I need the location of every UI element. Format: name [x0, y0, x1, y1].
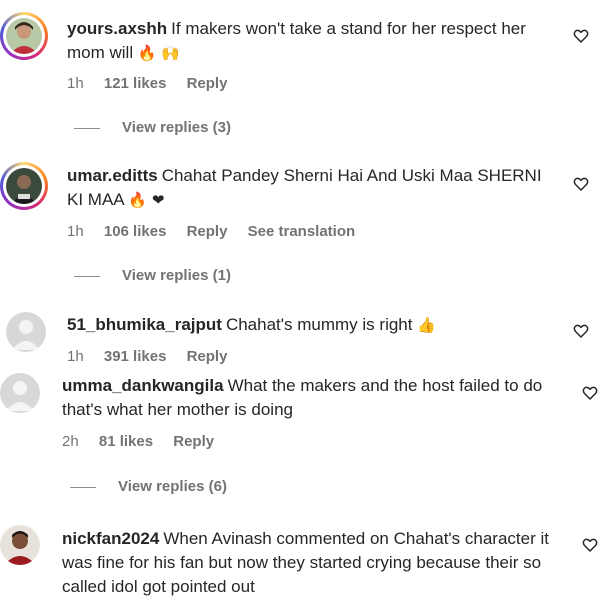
comment-body: Chahat's mummy is right	[225, 315, 413, 334]
comment-item: yours.axshh If makers won't take a stand …	[0, 0, 600, 150]
comment-meta: 1h 121 likes Reply	[67, 75, 243, 92]
replies-divider	[74, 275, 100, 277]
view-replies-button[interactable]: View replies (6)	[70, 478, 227, 495]
avatar-story-ring[interactable]	[0, 12, 48, 60]
replies-divider	[74, 127, 100, 129]
reply-button[interactable]: Reply	[187, 223, 228, 240]
comment-meta: 1h 106 likes Reply See translation	[67, 223, 371, 240]
comment-likes[interactable]: 106 likes	[104, 223, 167, 240]
comment-text: umar.editts Chahat Pandey Sherni Hai And …	[67, 164, 547, 212]
comment-username[interactable]: nickfan2024	[62, 529, 159, 548]
comment-meta: 2h 81 likes Reply	[62, 433, 230, 450]
reply-button[interactable]: Reply	[173, 433, 214, 450]
view-replies-button[interactable]: View replies (3)	[74, 119, 231, 136]
comment-time: 1h	[67, 75, 84, 92]
see-translation-button[interactable]: See translation	[248, 223, 356, 240]
avatar[interactable]	[0, 373, 40, 413]
comment-time: 1h	[67, 348, 84, 365]
comment-emoji: 🔥 ❤	[128, 191, 165, 209]
comment-username[interactable]: umma_dankwangila	[62, 376, 224, 395]
heart-outline-icon[interactable]	[573, 28, 589, 44]
comment-likes[interactable]: 81 likes	[99, 433, 153, 450]
avatar	[6, 18, 42, 54]
comment-item: umma_dankwangila What the makers and the …	[0, 365, 600, 505]
comment-time: 2h	[62, 433, 79, 450]
heart-outline-icon[interactable]	[582, 537, 598, 553]
avatar	[6, 168, 42, 204]
comment-username[interactable]: 51_bhumika_rajput	[67, 315, 222, 334]
heart-outline-icon[interactable]	[573, 323, 589, 339]
comment-username[interactable]: yours.axshh	[67, 19, 167, 38]
comment-text: 51_bhumika_rajput Chahat's mummy is right…	[67, 313, 547, 337]
comment-item: umar.editts Chahat Pandey Sherni Hai And …	[0, 150, 600, 300]
comment-time: 1h	[67, 223, 84, 240]
comment-likes[interactable]: 391 likes	[104, 348, 167, 365]
view-replies-button[interactable]: View replies (1)	[74, 267, 231, 284]
reply-button[interactable]: Reply	[187, 348, 228, 365]
comment-text: yours.axshh If makers won't take a stand …	[67, 17, 547, 65]
comment-item: 51_bhumika_rajput Chahat's mummy is right…	[0, 300, 600, 370]
heart-outline-icon[interactable]	[573, 176, 589, 192]
comment-username[interactable]: umar.editts	[67, 166, 158, 185]
comment-text: nickfan2024 When Avinash commented on Cha…	[62, 527, 567, 599]
comment-item: nickfan2024 When Avinash commented on Cha…	[0, 515, 600, 600]
comment-likes[interactable]: 121 likes	[104, 75, 167, 92]
avatar[interactable]	[6, 312, 46, 352]
replies-divider	[70, 486, 96, 488]
avatar[interactable]	[0, 525, 40, 565]
comment-meta: 1h 391 likes Reply	[67, 348, 243, 365]
comment-text: umma_dankwangila What the makers and the …	[62, 374, 552, 422]
comment-emoji: 🔥 🙌	[137, 44, 180, 62]
reply-button[interactable]: Reply	[187, 75, 228, 92]
comment-emoji: 👍	[417, 316, 436, 334]
heart-outline-icon[interactable]	[582, 385, 598, 401]
avatar-story-ring[interactable]	[0, 162, 48, 210]
